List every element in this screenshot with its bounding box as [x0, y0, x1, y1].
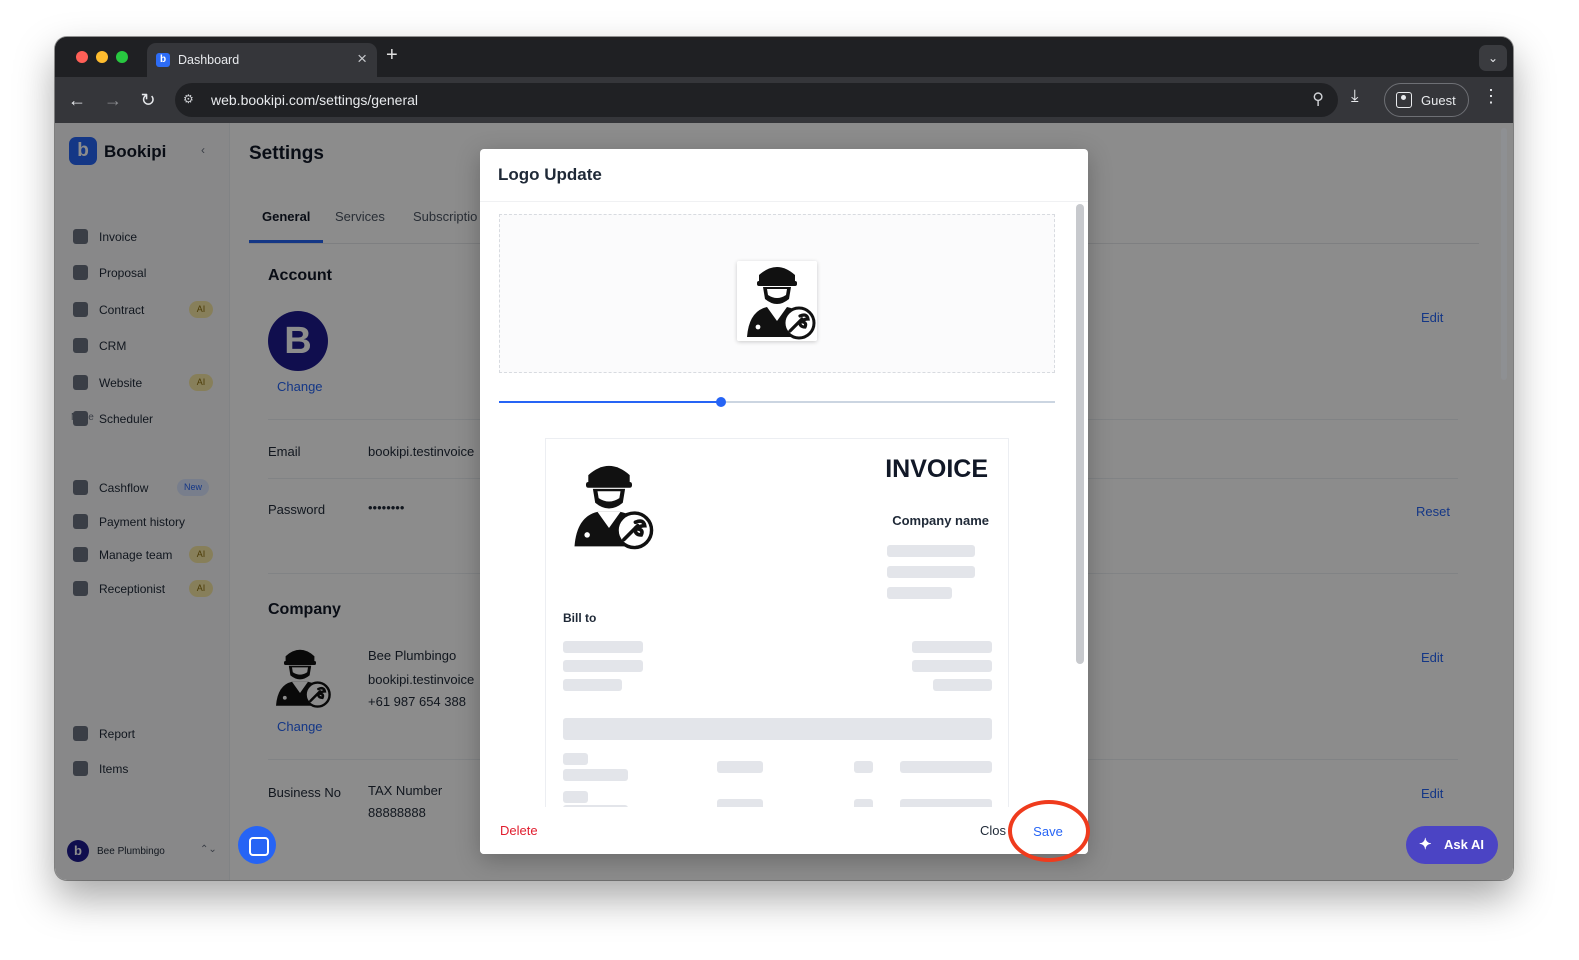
address-bar[interactable]: ⚙ web.bookipi.com/settings/general ⚲ [175, 83, 1338, 117]
placeholder-line [563, 769, 628, 781]
placeholder-table-header [563, 718, 992, 740]
profile-button[interactable]: Guest [1384, 83, 1469, 117]
browser-window: b Dashboard × + ⌄ ← → ↻ ⚙ web.bookipi.co… [55, 37, 1513, 880]
slider-thumb[interactable] [716, 397, 727, 407]
modal-title: Logo Update [498, 165, 602, 184]
browser-tab-dashboard[interactable]: b Dashboard × [147, 43, 377, 77]
modal-footer: Delete Clos Save [480, 807, 1088, 854]
invoice-logo-icon [563, 459, 655, 551]
placeholder-line [887, 545, 975, 557]
close-window-button[interactable] [76, 51, 88, 63]
bookipi-favicon-icon: b [156, 53, 170, 67]
forward-button[interactable]: → [100, 87, 126, 113]
placeholder-line [717, 761, 763, 773]
invoice-preview: INVOICE Company name Bill to [545, 438, 1009, 807]
invoice-title: INVOICE [885, 455, 988, 483]
ask-ai-button[interactable]: ✦ Ask AI [1406, 826, 1498, 864]
reload-button[interactable]: ↻ [135, 87, 161, 113]
download-icon[interactable]: ⤓ [1351, 86, 1359, 106]
browser-menu-icon[interactable]: ⋮ [1482, 86, 1500, 107]
invoice-company-name: Company name [892, 513, 989, 528]
tab-bar: b Dashboard × + ⌄ [55, 37, 1513, 77]
sparkle-icon: ✦ [1419, 836, 1432, 853]
placeholder-line [854, 761, 873, 773]
placeholder-line [900, 799, 992, 807]
ask-ai-label: Ask AI [1444, 837, 1484, 852]
minimize-window-button[interactable] [96, 51, 108, 63]
back-button[interactable]: ← [64, 87, 90, 113]
placeholder-line [563, 641, 643, 653]
placeholder-line [563, 660, 643, 672]
placeholder-line [912, 660, 992, 672]
zoom-icon[interactable]: ⚲ [1312, 89, 1324, 109]
placeholder-line [563, 679, 622, 691]
tab-title: Dashboard [178, 53, 240, 67]
placeholder-line [900, 761, 992, 773]
logo-size-slider[interactable] [499, 397, 1055, 407]
modal-body: INVOICE Company name Bill to [480, 202, 1088, 807]
placeholder-line [717, 799, 763, 807]
new-tab-button[interactable]: + [386, 44, 398, 67]
site-settings-icon[interactable]: ⚙ [183, 92, 199, 108]
placeholder-line [887, 587, 952, 599]
slider-fill [499, 401, 722, 403]
page-scrollbar[interactable] [1501, 128, 1507, 380]
placeholder-line [912, 641, 992, 653]
placeholder-line [563, 753, 588, 765]
modal-scrollbar[interactable] [1076, 204, 1084, 664]
placeholder-line [887, 566, 975, 578]
placeholder-line [854, 799, 873, 807]
close-tab-icon[interactable]: × [357, 49, 367, 69]
placeholder-line [933, 679, 992, 691]
save-highlight-annotation [1008, 800, 1090, 862]
placeholder-line [563, 791, 588, 803]
logo-dropzone[interactable] [499, 214, 1055, 373]
logo-preview-icon [737, 261, 817, 341]
browser-toolbar: ← → ↻ ⚙ web.bookipi.com/settings/general… [55, 77, 1513, 123]
delete-button[interactable]: Delete [500, 823, 538, 838]
tab-search-button[interactable]: ⌄ [1479, 45, 1507, 71]
maximize-window-button[interactable] [116, 51, 128, 63]
close-button[interactable]: Clos [980, 823, 1006, 838]
guest-profile-icon [1396, 92, 1412, 108]
url-text[interactable]: web.bookipi.com/settings/general [211, 92, 418, 108]
chat-support-icon[interactable] [238, 826, 276, 864]
profile-label: Guest [1421, 93, 1456, 108]
bill-to-label: Bill to [563, 611, 597, 625]
logo-update-modal: Logo Update INVOICE Company name Bill to [480, 149, 1088, 854]
